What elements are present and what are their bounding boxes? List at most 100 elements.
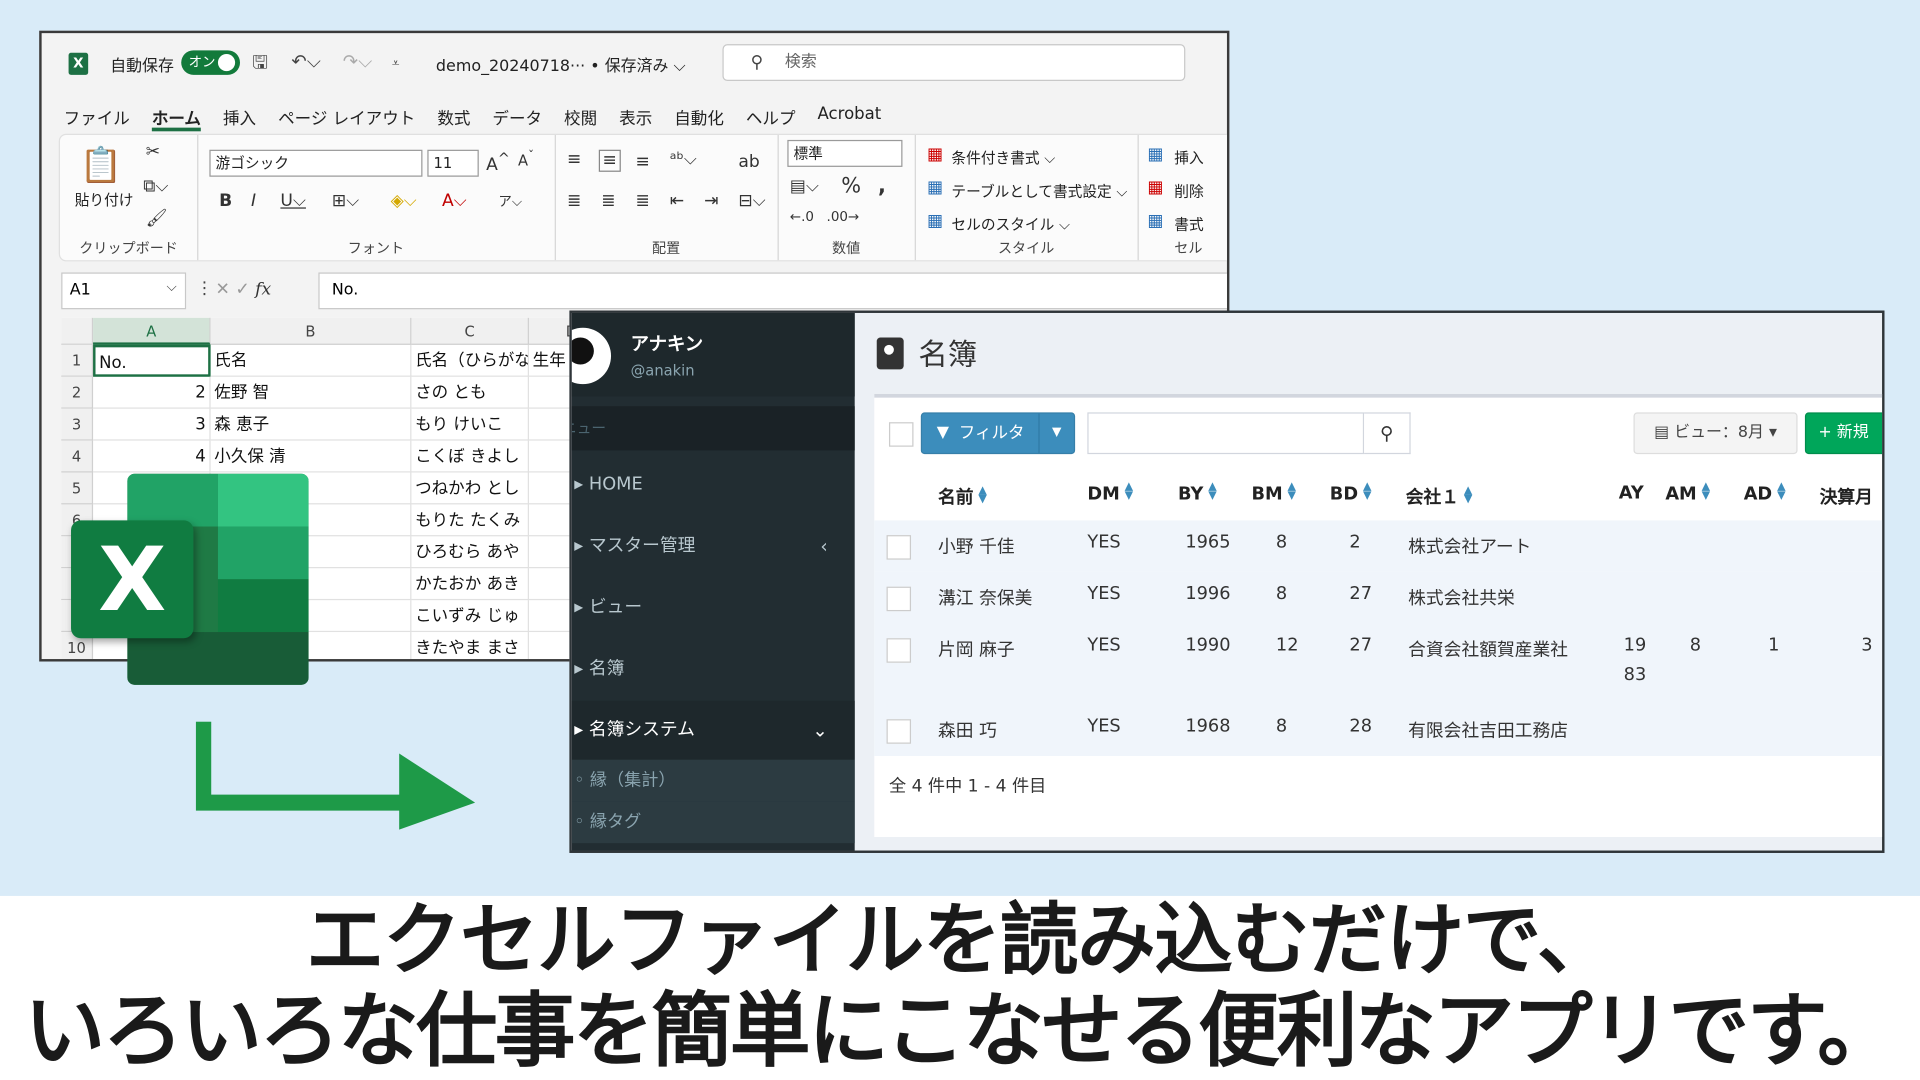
column-header-company[interactable]: 会社１ ▲ ▼ xyxy=(1406,484,1473,510)
column-header-am[interactable]: AM ▲ ▼ xyxy=(1665,482,1710,505)
row-header[interactable]: 3 xyxy=(61,408,94,441)
tab-formulas[interactable]: 数式 xyxy=(437,104,470,131)
format-painter-icon[interactable]: 🖌 xyxy=(146,209,168,229)
italic-icon[interactable]: I xyxy=(251,191,256,211)
row-checkbox[interactable] xyxy=(886,638,912,663)
font-size-select[interactable]: 11 xyxy=(427,149,479,177)
sidebar-item-home[interactable]: ▸ HOME xyxy=(572,455,855,514)
cell-a[interactable]: 4 xyxy=(93,440,211,473)
cell-c[interactable]: きたやま まさ xyxy=(411,632,529,660)
wrap-text-icon[interactable]: ab xyxy=(738,152,759,172)
table-row[interactable] xyxy=(874,704,1883,757)
customize-qat-icon[interactable]: ⩡ xyxy=(392,55,400,72)
column-header-dm[interactable]: DM ▲ ▼ xyxy=(1087,482,1133,505)
cell-c[interactable]: こいずみ じゅ xyxy=(411,600,529,633)
file-name[interactable]: demo_20240718··· • 保存済み ⌵ xyxy=(436,53,686,76)
column-header-bm[interactable]: BM ▲ ▼ xyxy=(1251,482,1296,505)
search-button[interactable]: ⚲ xyxy=(1364,412,1411,455)
cell-b[interactable]: 氏名 xyxy=(210,344,412,377)
enter-icon[interactable]: ✓ xyxy=(235,280,249,300)
sidebar-item-master[interactable]: ▸ マスター管理 ‹ xyxy=(572,517,855,576)
column-header-name[interactable]: 名前 ▲ ▼ xyxy=(938,484,987,510)
column-header-ad[interactable]: AD ▲ ▼ xyxy=(1744,482,1786,505)
select-all-checkbox[interactable] xyxy=(888,422,914,447)
number-format-select[interactable]: 標準 xyxy=(787,139,903,167)
select-all-corner[interactable] xyxy=(61,317,94,345)
sidebar-item-roster-system[interactable]: ▸ 名簿システム ⌄ xyxy=(571,700,855,760)
cell-c[interactable]: こくぼ きよし xyxy=(411,440,529,473)
column-header-bd[interactable]: BD ▲ ▼ xyxy=(1330,482,1372,505)
search-input[interactable] xyxy=(1087,412,1365,455)
font-color-icon[interactable]: A⌵ xyxy=(442,191,467,211)
formula-input[interactable]: No. xyxy=(318,272,1227,310)
increase-indent-icon[interactable]: ⇥ xyxy=(704,191,718,211)
column-header-ay[interactable]: AY xyxy=(1619,484,1644,504)
cut-icon[interactable]: ✂ xyxy=(146,142,160,162)
cell-c[interactable]: 氏名（ひらがな） xyxy=(411,344,529,377)
cell-b[interactable]: 森 恵子 xyxy=(210,408,412,441)
tab-view[interactable]: 表示 xyxy=(619,104,652,131)
sidebar-subitem-tags[interactable]: ◦ 縁タグ xyxy=(571,801,855,844)
tab-file[interactable]: ファイル xyxy=(64,104,130,131)
merge-center-icon[interactable]: ⊟⌵ xyxy=(738,191,765,211)
paste-label[interactable]: 貼り付け xyxy=(75,189,134,210)
tab-help[interactable]: ヘルプ xyxy=(746,104,796,131)
cell-a[interactable]: No. xyxy=(93,344,211,377)
tab-data[interactable]: データ xyxy=(492,104,542,131)
format-as-table-button[interactable]: テーブルとして書式設定 ⌵ xyxy=(951,180,1127,201)
align-middle-icon[interactable]: ≡ xyxy=(598,149,621,172)
tab-review[interactable]: 校閲 xyxy=(564,104,597,131)
decrease-indent-icon[interactable]: ⇤ xyxy=(670,191,684,211)
cell-c[interactable]: かたおか あき xyxy=(411,568,529,601)
delete-cells-button[interactable]: 削除 xyxy=(1174,180,1203,201)
undo-icon[interactable]: ↶⌵ xyxy=(291,50,320,72)
tab-automate[interactable]: 自動化 xyxy=(674,104,724,131)
font-name-select[interactable]: 游ゴシック xyxy=(209,149,423,177)
tab-home[interactable]: ホーム xyxy=(151,104,201,132)
align-left-icon[interactable]: ≣ xyxy=(567,191,581,211)
sidebar-item-roster[interactable]: ▸ 名簿 xyxy=(572,639,855,698)
save-icon[interactable]: 🖫 xyxy=(252,50,268,81)
decrease-decimal-icon[interactable]: .00→ xyxy=(827,209,860,225)
row-header[interactable]: 2 xyxy=(61,376,94,409)
cell-c[interactable]: もり けいこ xyxy=(411,408,529,441)
tab-acrobat[interactable]: Acrobat xyxy=(818,104,882,131)
comma-icon[interactable]: , xyxy=(878,174,886,199)
view-select-button[interactable]: ▤ ビュー：8月 ▾ xyxy=(1633,412,1798,455)
underline-icon[interactable]: U⌵ xyxy=(280,191,306,211)
new-record-button[interactable]: + 新規 xyxy=(1804,412,1883,455)
align-top-icon[interactable]: ≡ xyxy=(567,150,581,170)
sidebar-subitem-aggregate[interactable]: ◦ 縁（集計） xyxy=(571,759,855,802)
column-header-fiscal-month[interactable]: 決算月 xyxy=(1820,484,1873,510)
column-header-c[interactable]: C xyxy=(411,317,529,345)
cell-b[interactable]: 小久保 清 xyxy=(210,440,412,473)
border-icon[interactable]: ⊞⌵ xyxy=(332,191,359,211)
orientation-icon[interactable]: ᵃᵇ⌵ xyxy=(670,150,697,170)
align-bottom-icon[interactable]: ≡ xyxy=(636,152,650,172)
cell-a[interactable]: 3 xyxy=(93,408,211,441)
cell-a[interactable]: 2 xyxy=(93,376,211,409)
more-icon[interactable]: ⋮ xyxy=(196,279,213,299)
currency-icon[interactable]: ▤⌵ xyxy=(790,177,819,197)
phonetic-icon[interactable]: ア⌵ xyxy=(498,191,522,211)
avatar[interactable] xyxy=(571,327,612,385)
filter-dropdown-icon[interactable]: ▼ xyxy=(1038,413,1074,453)
cell-styles-button[interactable]: セルのスタイル ⌵ xyxy=(951,214,1070,235)
format-cells-button[interactable]: 書式 xyxy=(1174,214,1203,235)
bold-icon[interactable]: B xyxy=(219,191,232,211)
decrease-font-icon[interactable]: Aˇ xyxy=(518,150,534,170)
filter-button[interactable]: ▼ フィルタ ▼ xyxy=(920,412,1076,455)
table-row[interactable] xyxy=(874,520,1883,572)
cell-c[interactable]: ひろむら あや xyxy=(411,536,529,569)
column-header-by[interactable]: BY ▲ ▼ xyxy=(1178,482,1217,505)
copy-icon[interactable]: ⧉⌵ xyxy=(143,177,168,197)
paste-icon[interactable]: 📋 xyxy=(80,145,123,186)
sidebar-item-view[interactable]: ▸ ビュー xyxy=(572,578,855,637)
row-checkbox[interactable] xyxy=(886,535,912,560)
increase-font-icon[interactable]: A^ xyxy=(486,150,510,175)
align-right-icon[interactable]: ≣ xyxy=(636,191,650,211)
name-box-dropdown-icon[interactable]: ⌵ xyxy=(167,279,177,296)
cell-b[interactable]: 佐野 智 xyxy=(210,376,412,409)
cell-c[interactable]: もりた たくみ xyxy=(411,504,529,537)
tab-insert[interactable]: 挿入 xyxy=(223,104,256,131)
